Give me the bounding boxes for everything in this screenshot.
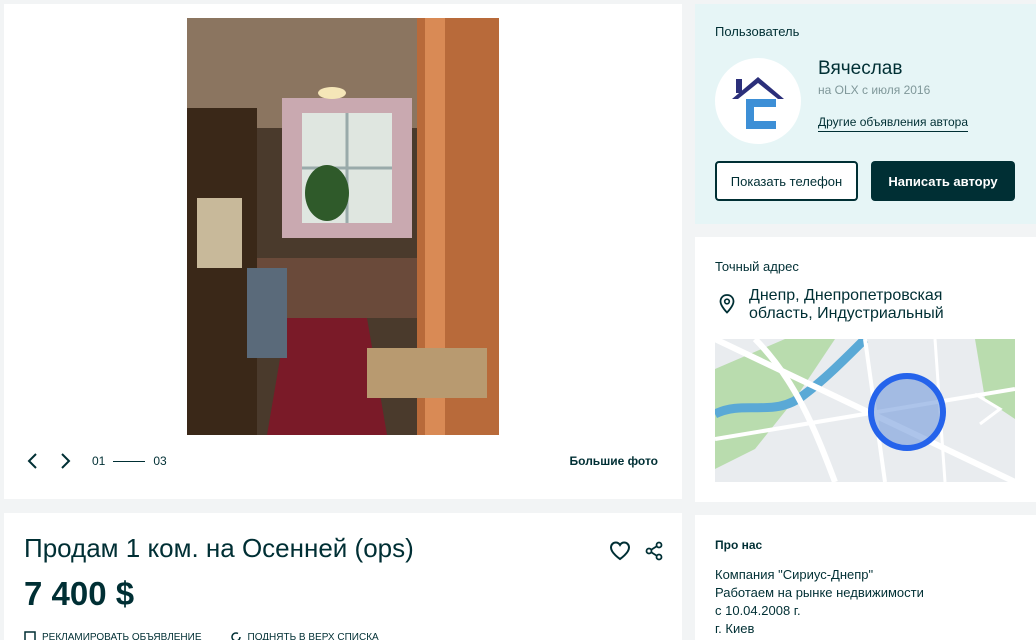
heart-icon (609, 541, 631, 561)
listing-photo[interactable] (187, 18, 499, 435)
address-section-label: Точный адрес (715, 259, 799, 274)
about-card: Про нас Компания "Сириус-Днепр" Работаем… (695, 515, 1036, 640)
chevron-left-icon (27, 453, 37, 469)
house-logo-icon (732, 77, 784, 129)
counter-divider (113, 460, 146, 462)
prev-photo-button[interactable] (26, 450, 42, 472)
next-photo-button[interactable] (58, 450, 74, 472)
user-since: на OLX с июля 2016 (818, 83, 931, 97)
listing-price: 7 400 $ (24, 575, 135, 612)
write-author-button[interactable]: Написать автору (871, 161, 1015, 201)
other-ads-link[interactable]: Другие объявления автора (818, 115, 969, 132)
share-icon (645, 541, 663, 561)
photo-counter: 01 03 (92, 450, 167, 472)
promote-ad-link[interactable]: РЕКЛАМИРОВАТЬ ОБЪЯВЛЕНИЕ (24, 631, 202, 640)
avatar[interactable] (715, 58, 801, 144)
about-line: Работаем на рынке недвижимости (715, 585, 924, 600)
favorite-button[interactable] (609, 541, 631, 566)
about-section-label: Про нас (715, 538, 763, 552)
address-map[interactable] (715, 339, 1015, 482)
about-line: Компания "Сириус-Днепр" (715, 567, 874, 582)
chevron-right-icon (61, 453, 71, 469)
big-photo-link[interactable]: Большие фото (570, 450, 658, 472)
listing-card: Продам 1 ком. на Осенней (ops) 7 400 $ Р… (4, 513, 682, 640)
show-phone-button[interactable]: Показать телефон (715, 161, 858, 201)
refresh-icon (230, 632, 241, 640)
raise-ad-label: ПОДНЯТЬ В ВЕРХ СПИСКА (247, 631, 379, 640)
checkbox-icon (24, 631, 36, 640)
location-pin-icon (719, 294, 735, 314)
address-card: Точный адрес Днепр, Днепропетровская обл… (695, 237, 1036, 502)
user-card: Пользователь Вячеслав на OLX с июля 2016… (695, 4, 1036, 224)
about-line: с 10.04.2008 г. (715, 603, 801, 618)
about-text: Компания "Сириус-Днепр" Работаем на рынк… (715, 566, 924, 638)
about-line: г. Киев (715, 621, 755, 636)
address-text: Днепр, Днепропетровская область, Индустр… (749, 287, 944, 322)
promo-actions: РЕКЛАМИРОВАТЬ ОБЪЯВЛЕНИЕ ПОДНЯТЬ В ВЕРХ … (24, 631, 379, 640)
listing-title: Продам 1 ком. на Осенней (ops) (24, 533, 414, 563)
promote-ad-label: РЕКЛАМИРОВАТЬ ОБЪЯВЛЕНИЕ (42, 631, 202, 640)
user-name: Вячеслав (818, 58, 903, 79)
raise-ad-link[interactable]: ПОДНЯТЬ В ВЕРХ СПИСКА (230, 631, 379, 640)
photo-gallery: 01 03 Большие фото (4, 4, 682, 499)
photo-total: 03 (153, 454, 167, 468)
photo-current: 01 (92, 454, 106, 468)
user-section-label: Пользователь (715, 24, 800, 39)
share-button[interactable] (644, 541, 664, 566)
